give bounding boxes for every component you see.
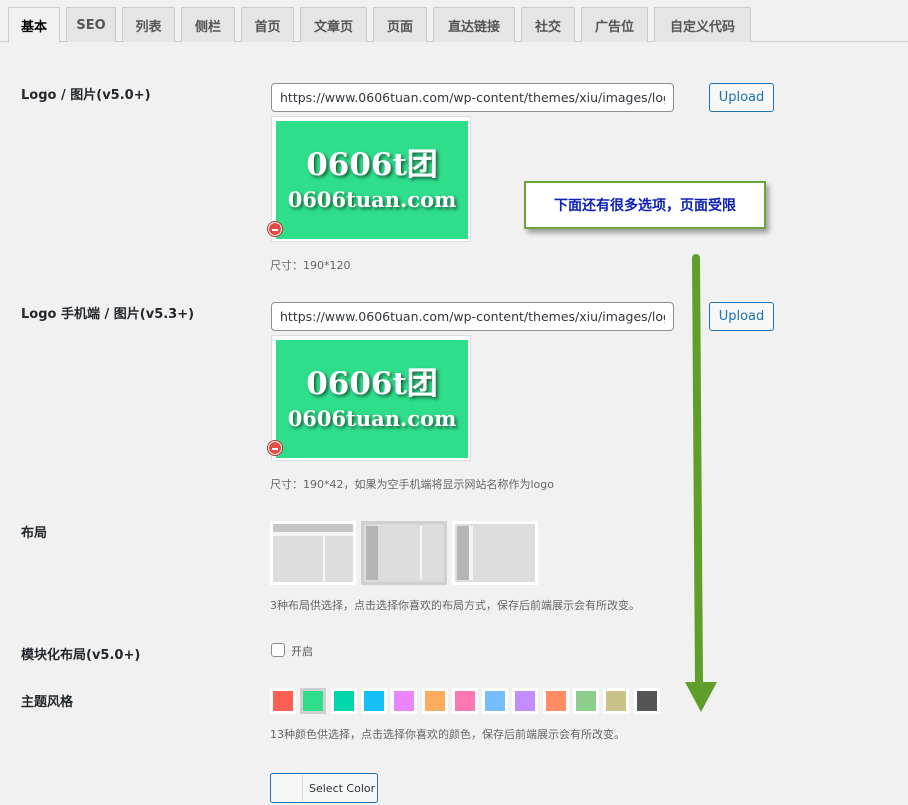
- color-swatch-3[interactable]: [330, 688, 357, 714]
- layout-option-1-divider: [323, 536, 325, 582]
- logo-preview: 0606t团 0606tuan.com: [271, 116, 471, 242]
- theme-style-hint: 13种颜色供选择，点击选择你喜欢的颜色，保存后前端展示会有所改变。: [270, 728, 625, 741]
- logo-image: 0606t团 0606tuan.com: [276, 121, 468, 239]
- color-swatch-10[interactable]: [542, 688, 569, 714]
- layout-option-2-left-sidebar: [366, 526, 378, 580]
- tab-page[interactable]: 页面: [373, 7, 427, 42]
- layout-option-1-header: [273, 524, 353, 532]
- theme-style-label: 主题风格: [21, 695, 74, 710]
- layout-option-3[interactable]: [452, 521, 538, 585]
- color-swatch-2[interactable]: [300, 688, 327, 714]
- tab-custom-code[interactable]: 自定义代码: [654, 7, 751, 42]
- tab-article-page[interactable]: 文章页: [300, 7, 367, 42]
- modular-layout-option-label[interactable]: 开启: [291, 643, 313, 659]
- layout-hint: 3种布局供选择，点击选择你喜欢的布局方式，保存后前端展示会有所改变。: [270, 599, 640, 612]
- logo-mobile-image-line2: 0606tuan.com: [287, 406, 457, 431]
- logo-image-line2: 0606tuan.com: [287, 187, 457, 212]
- modular-layout-label: 模块化布局(v5.0+): [21, 648, 141, 663]
- logo-mobile-label: Logo 手机端 / 图片(v5.3+): [21, 307, 195, 322]
- select-color-button[interactable]: Select Color: [270, 773, 378, 803]
- tab-home[interactable]: 首页: [241, 7, 294, 42]
- tab-sidebar[interactable]: 侧栏: [181, 7, 235, 42]
- tab-basic[interactable]: 基本: [8, 7, 60, 43]
- logo-mobile-image: 0606t团 0606tuan.com: [276, 340, 468, 458]
- select-color-label: Select Color: [309, 782, 376, 795]
- layout-option-1[interactable]: [270, 521, 356, 585]
- layout-option-3-gap: [469, 526, 473, 580]
- color-swatch-8[interactable]: [482, 688, 509, 714]
- color-swatch-9[interactable]: [512, 688, 539, 714]
- color-swatch-11[interactable]: [573, 688, 599, 714]
- tab-list[interactable]: 列表: [122, 7, 175, 42]
- tab-bar: 基本 SEO 列表 侧栏 首页 文章页 页面 直达链接 社交 广告位 自定义代码: [0, 0, 908, 43]
- theme-options-page: 基本 SEO 列表 侧栏 首页 文章页 页面 直达链接 社交 广告位 自定义代码…: [0, 0, 908, 805]
- logo-mobile-preview: 0606t团 0606tuan.com: [271, 335, 471, 461]
- layout-option-3-left-sidebar: [457, 526, 469, 580]
- layout-label: 布局: [21, 526, 48, 541]
- color-swatch-4[interactable]: [360, 688, 387, 714]
- color-swatch-12[interactable]: [603, 688, 630, 714]
- logo-url-input[interactable]: [271, 83, 674, 112]
- logo-mobile-image-line1: 0606t团: [306, 366, 438, 402]
- logo-mobile-upload-button[interactable]: Upload: [709, 302, 774, 331]
- callout-note: 下面还有很多选项，页面受限: [524, 181, 766, 229]
- color-swatch-7[interactable]: [451, 688, 478, 714]
- color-swatch-5[interactable]: [391, 688, 418, 714]
- layout-option-2-preview: [364, 524, 444, 582]
- logo-mobile-remove-icon[interactable]: [268, 441, 282, 455]
- logo-upload-button[interactable]: Upload: [709, 83, 774, 112]
- logo-remove-icon[interactable]: [268, 222, 282, 236]
- logo-mobile-hint: 尺寸：190*42，如果为空手机端将显示网站名称作为logo: [270, 478, 554, 491]
- tab-social[interactable]: 社交: [521, 7, 575, 42]
- color-preview: [271, 774, 303, 802]
- color-swatch-13[interactable]: [633, 688, 660, 714]
- logo-mobile-url-input[interactable]: [271, 302, 674, 331]
- color-swatch-6[interactable]: [421, 688, 448, 714]
- color-swatch-1[interactable]: [270, 688, 296, 714]
- logo-hint: 尺寸：190*120: [270, 259, 351, 272]
- layout-option-2-divider: [420, 526, 422, 580]
- logo-label: Logo / 图片(v5.0+): [21, 88, 151, 103]
- tab-seo[interactable]: SEO: [66, 7, 116, 42]
- layout-option-2[interactable]: [361, 521, 447, 585]
- logo-image-line1: 0606t团: [306, 147, 438, 183]
- layout-option-1-gap: [273, 532, 353, 536]
- tab-direct-links[interactable]: 直达链接: [433, 7, 515, 42]
- modular-layout-checkbox[interactable]: [271, 643, 285, 657]
- layout-option-3-preview: [455, 524, 535, 582]
- tab-ads[interactable]: 广告位: [581, 7, 648, 42]
- layout-option-1-preview: [273, 524, 353, 582]
